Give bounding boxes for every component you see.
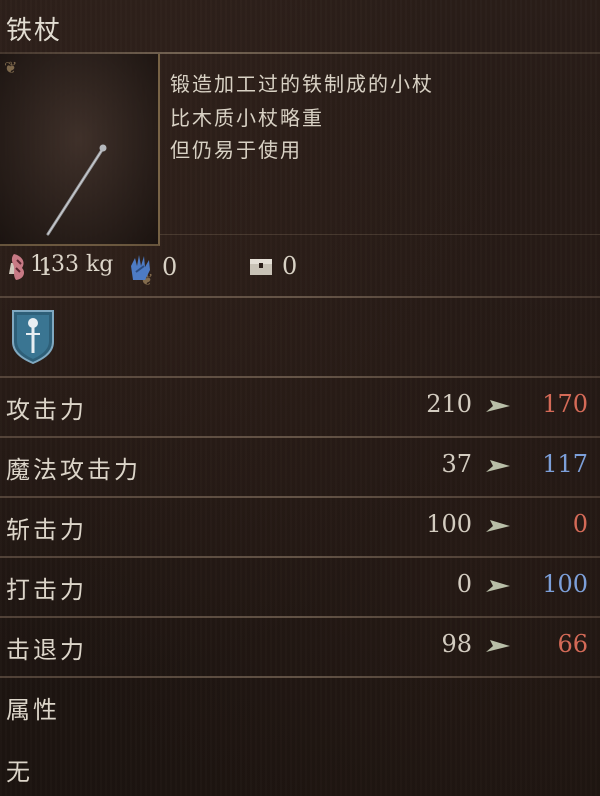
magic-hand-icon [131,255,150,280]
attribute-label: 属性 [6,696,60,724]
item-preview-frame: ❦ 1.33 kg ❦ [0,54,160,288]
frame-ornament-icon: ❦ [4,58,18,77]
chest-icon [250,259,272,275]
stat-label: 攻击力 [6,396,87,424]
strength-icon [11,254,24,280]
stat-new-value: 100 [542,570,588,598]
requirement-magic: 0 [128,252,177,282]
requirement-value: 0 [162,253,178,281]
stat-row-slash: 斩击力 100 0 [0,498,600,556]
stat-current-value: 210 [426,390,472,418]
arrow-right-icon [486,640,510,652]
requirement-chest: 0 [248,252,297,280]
description-line: 比木质小杖略重 [170,106,324,130]
iron-staff-icon [46,144,107,236]
requirement-strength: 1 [8,252,53,282]
section-divider [0,296,600,298]
stat-new-value: 0 [572,510,588,538]
requirement-value: 0 [282,252,298,280]
stat-label: 斩击力 [6,516,87,544]
stat-new-value: 66 [557,630,588,658]
row-divider [0,676,600,678]
stat-row-strike: 打击力 0 100 [0,558,600,616]
description-line: 锻造加工过的铁制成的小杖 [170,72,434,96]
arrow-right-icon [486,400,510,412]
stat-label: 魔法攻击力 [6,456,141,484]
stat-row-attack: 攻击力 210 170 [0,378,600,436]
stat-label: 击退力 [6,636,87,664]
stat-label: 打击力 [6,576,87,604]
attribute-value: 无 [6,758,30,786]
arrow-right-icon [486,460,510,472]
staff-shield-icon [12,310,54,364]
stat-current-value: 0 [456,570,472,598]
requirement-value: 1 [38,253,54,281]
arrow-right-icon [486,580,510,592]
description-line: 但仍易于使用 [170,138,302,162]
item-detail-panel: 铁杖 ❦ 1.33 kg ❦ 锻造加工过的铁制成的小杖 比木质小杖略重 但仍易于… [0,0,600,796]
stat-row-magic-attack: 魔法攻击力 37 117 [0,438,600,496]
stat-row-knockback: 击退力 98 66 [0,618,600,676]
arrow-right-icon [486,520,510,532]
item-name: 铁杖 [6,16,63,46]
stat-new-value: 170 [542,390,588,418]
stat-current-value: 98 [441,630,472,658]
stat-current-value: 37 [441,450,472,478]
stat-new-value: 117 [542,450,588,478]
description-divider [160,234,600,235]
stat-current-value: 100 [426,510,472,538]
